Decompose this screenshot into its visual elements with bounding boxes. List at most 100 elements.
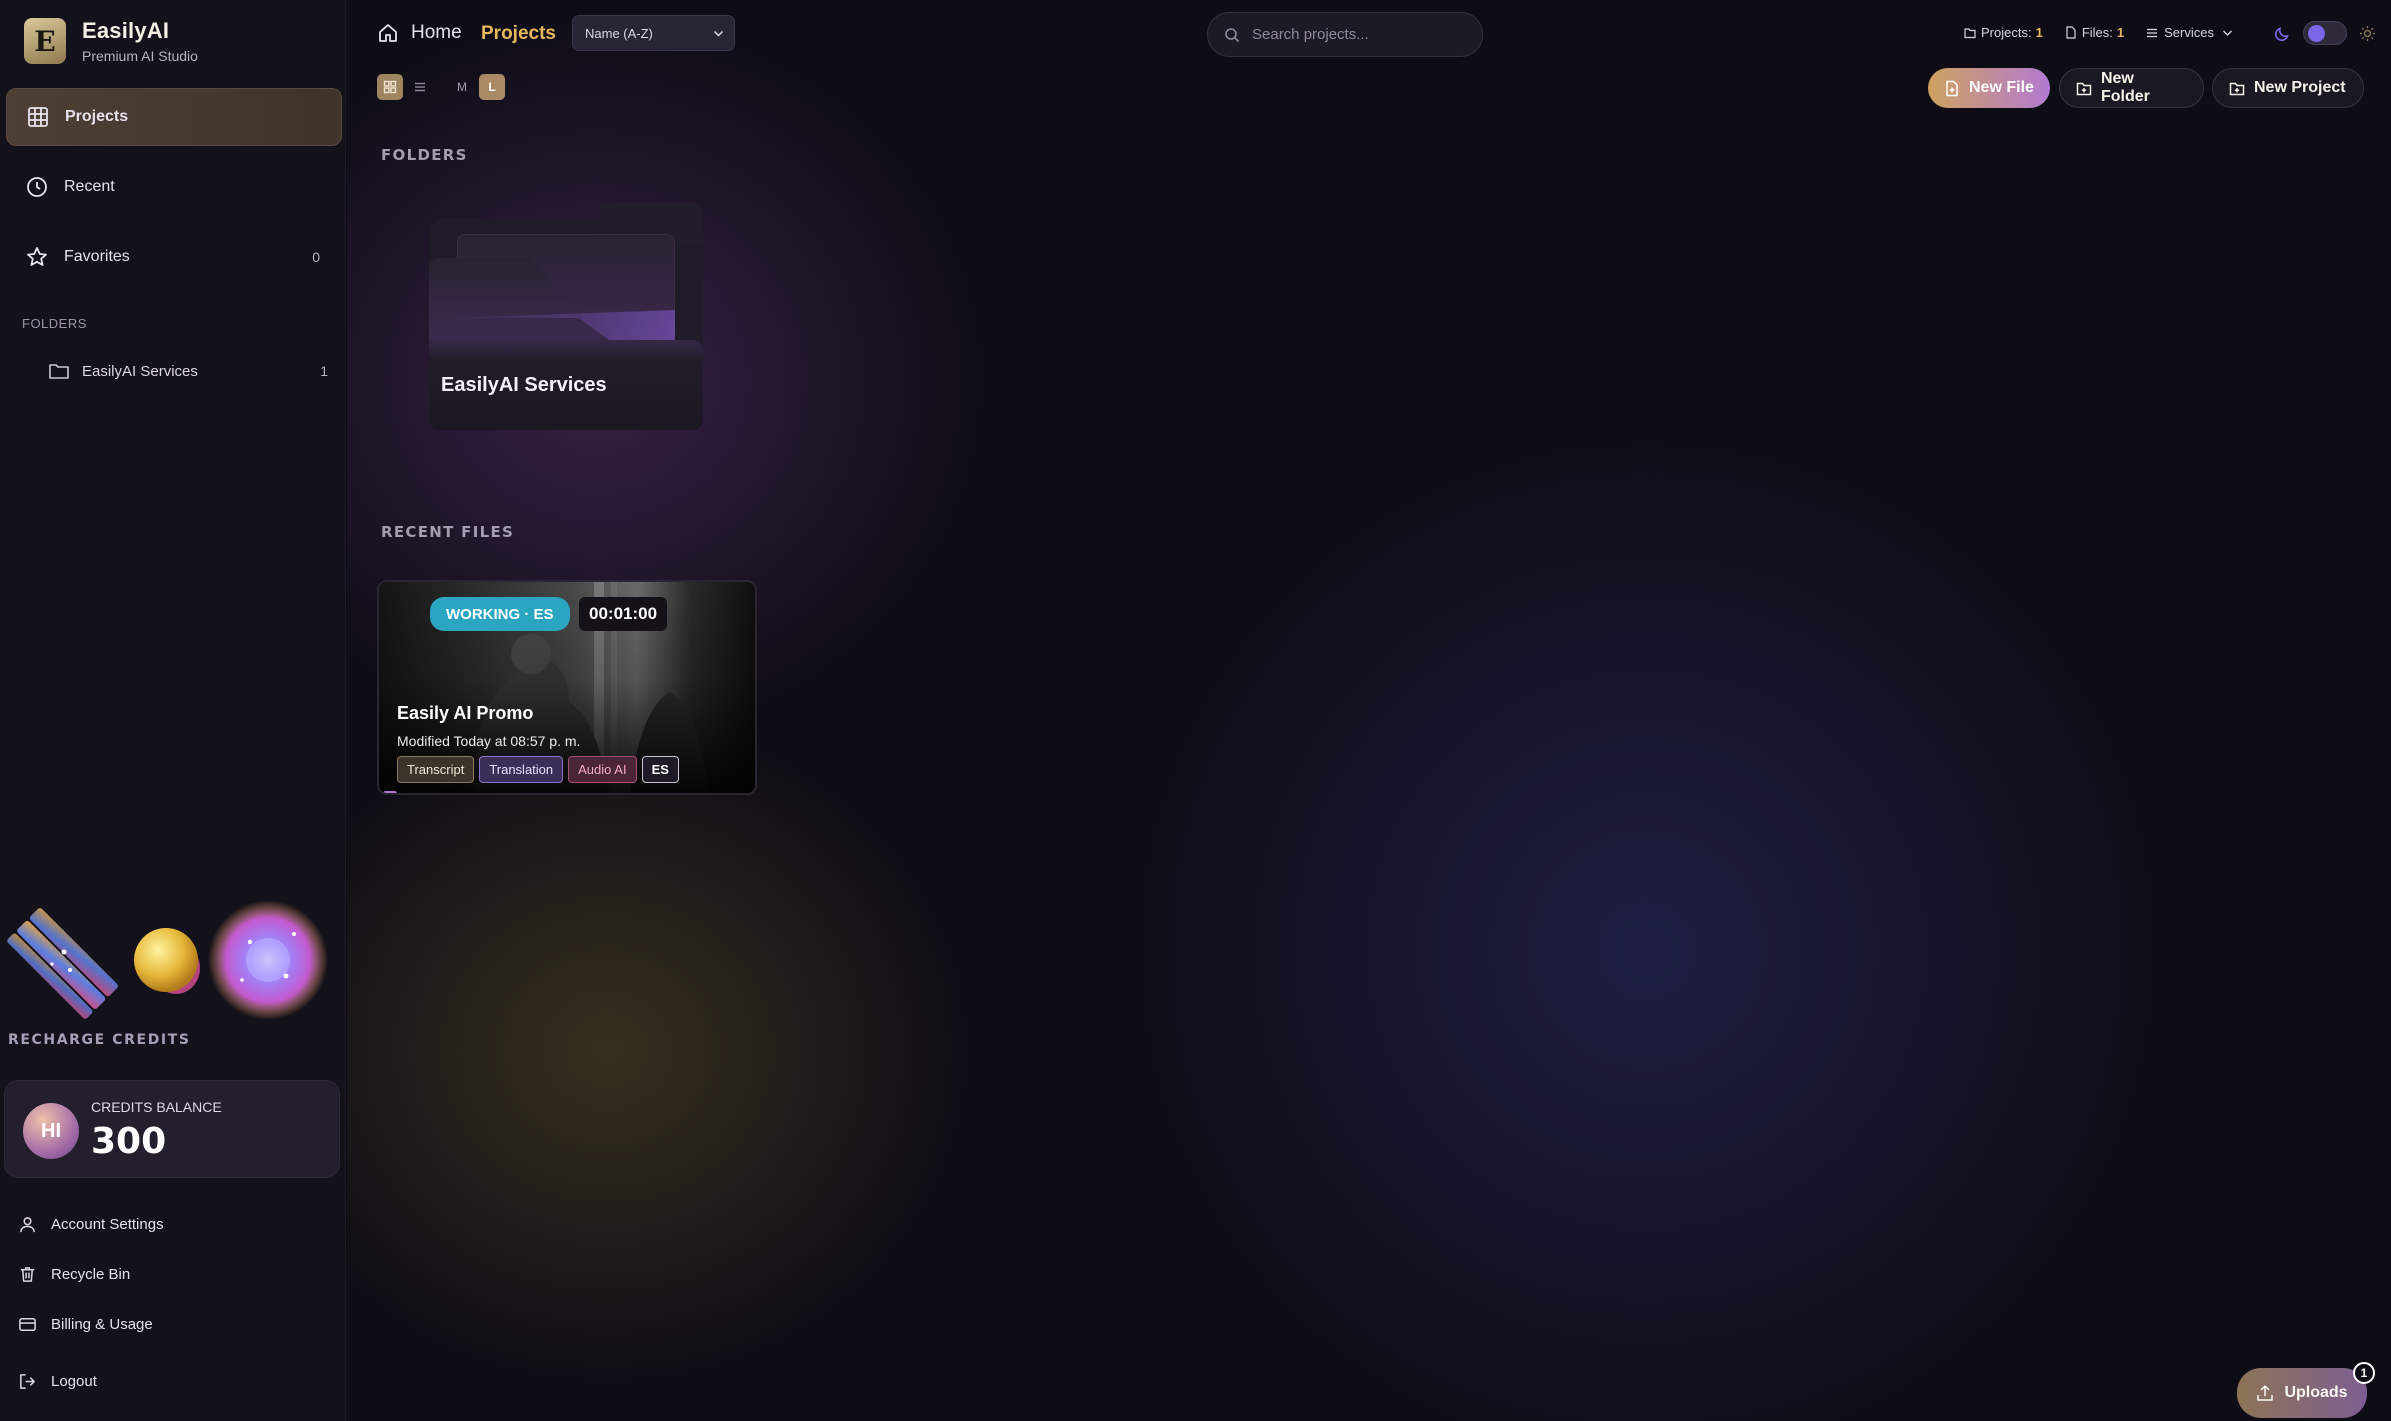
new-file-label: New File xyxy=(1969,79,2034,96)
breadcrumb-home-label: Home xyxy=(411,22,462,43)
search-placeholder: Search projects... xyxy=(1252,26,1369,43)
brand-subtitle: Premium AI Studio xyxy=(82,48,198,64)
main-content: Home Projects Name (A-Z) M L Search proj… xyxy=(347,0,2391,1421)
folder-plus-icon xyxy=(2076,82,2092,95)
sidebar-item-favorites[interactable]: Favorites 0 xyxy=(6,228,342,286)
home-icon xyxy=(379,24,397,42)
sort-select[interactable]: Name (A-Z) xyxy=(572,15,735,51)
sidebar-item-recent[interactable]: Recent xyxy=(6,158,342,216)
theme-toggle-knob xyxy=(2308,25,2325,42)
recharge-credits-link[interactable]: RECHARGE CREDITS xyxy=(8,1032,191,1048)
file-title: Easily AI Promo xyxy=(397,703,534,723)
chevron-down-icon xyxy=(713,30,724,37)
new-project-button[interactable]: New Project xyxy=(2212,68,2364,108)
breadcrumb-home[interactable]: Home xyxy=(377,22,462,44)
folder-icon xyxy=(1964,28,1976,39)
app-root: E EasilyAI Premium AI Studio Projects Re… xyxy=(0,0,2391,1421)
size-medium-toggle[interactable]: M xyxy=(449,74,475,100)
menu-icon xyxy=(2147,28,2158,37)
files-stat-label: Files: xyxy=(2081,25,2113,40)
duration-badge: 00:01:00 xyxy=(579,597,668,631)
sidebar-item-label: Favorites xyxy=(64,248,130,265)
list-view-icon xyxy=(415,82,425,92)
progress-indicator xyxy=(383,791,397,793)
folder-icon xyxy=(49,364,69,379)
sidebar-item-label: Projects xyxy=(65,108,129,125)
trash-icon xyxy=(20,1266,35,1282)
brand-text: EasilyAI Premium AI Studio xyxy=(82,18,198,64)
search-icon xyxy=(1225,27,1240,42)
services-dropdown[interactable]: Services xyxy=(2146,25,2238,40)
theme-control xyxy=(2274,21,2376,45)
avatar[interactable]: HI xyxy=(23,1103,79,1159)
credits-label: CREDITS BALANCE xyxy=(91,1099,222,1115)
brand-name: EasilyAI xyxy=(82,18,170,43)
theme-toggle[interactable] xyxy=(2303,21,2347,45)
files-stat-count: 1 xyxy=(2116,25,2125,40)
footer-item-label: Billing & Usage xyxy=(51,1315,153,1333)
projects-stat: Projects: 1 xyxy=(1964,25,2043,40)
uploads-button[interactable]: Uploads xyxy=(2237,1368,2367,1418)
grid-view-toggle[interactable] xyxy=(377,74,403,100)
folder-count: 1 xyxy=(320,363,328,379)
sidebar-item-billing-usage[interactable]: Billing & Usage xyxy=(18,1311,318,1337)
sidebar-item-label: Recent xyxy=(64,178,115,195)
upload-icon xyxy=(2257,1385,2274,1401)
files-stat: Files: 1 xyxy=(2065,25,2124,40)
header-stats: Projects: 1 Files: 1 Services xyxy=(1964,25,2260,40)
moon-icon xyxy=(2274,26,2289,41)
status-badge: WORKING · ES xyxy=(430,597,570,631)
logout-icon xyxy=(20,1373,35,1389)
sidebar-folder-label: EasilyAI Services xyxy=(82,362,198,380)
sidebar-item-folder-easilyai-services[interactable]: EasilyAI Services 1 xyxy=(48,356,328,386)
folder-card[interactable]: EasilyAI Services xyxy=(429,202,703,430)
uploads-count-badge: 1 xyxy=(2353,1362,2375,1384)
tag-audio-ai: Audio AI xyxy=(568,756,637,783)
new-file-button[interactable]: New File xyxy=(1928,68,2050,108)
grid-icon xyxy=(28,107,48,127)
sort-value: Name (A-Z) xyxy=(585,25,653,41)
footer-item-label: Recycle Bin xyxy=(51,1265,131,1283)
file-card[interactable]: WORKING · ES 00:01:00 Easily AI Promo Mo… xyxy=(377,580,757,795)
file-modified: Modified Today at 08:57 p. m. xyxy=(397,733,581,749)
sidebar-item-projects[interactable]: Projects xyxy=(6,88,342,146)
breadcrumb-current: Projects xyxy=(481,23,556,44)
top-bar: Home Projects Name (A-Z) M L Search proj… xyxy=(347,0,2391,110)
brand-logo: E xyxy=(24,18,66,64)
tag-language: ES xyxy=(641,756,679,783)
new-folder-label: New Folder xyxy=(2100,70,2150,105)
file-plus-icon xyxy=(1946,80,1958,96)
tag-translation: Translation xyxy=(479,756,564,783)
services-label: Services xyxy=(2164,25,2214,40)
search-input[interactable]: Search projects... xyxy=(1207,12,1483,57)
favorites-count: 0 xyxy=(312,249,320,265)
credits-card: HI CREDITS BALANCE 300 xyxy=(4,1080,340,1178)
sidebar-item-account-settings[interactable]: Account Settings xyxy=(18,1211,318,1237)
star-icon xyxy=(27,247,47,266)
new-project-label: New Project xyxy=(2254,79,2346,96)
brand[interactable]: E EasilyAI Premium AI Studio xyxy=(24,18,198,64)
new-folder-button[interactable]: New Folder xyxy=(2059,68,2204,108)
sidebar-folders-label: FOLDERS xyxy=(22,316,87,331)
sidebar-item-recycle-bin[interactable]: Recycle Bin xyxy=(18,1261,318,1287)
credit-card-icon xyxy=(19,1317,36,1331)
tag-transcript: Transcript xyxy=(397,756,475,783)
folders-section-title: FOLDERS xyxy=(381,146,468,164)
file-icon xyxy=(2066,26,2076,39)
sidebar: E EasilyAI Premium AI Studio Projects Re… xyxy=(0,0,346,1421)
uploads-label: Uploads xyxy=(2284,1384,2348,1401)
folder-card-name: EasilyAI Services xyxy=(441,374,607,396)
list-view-toggle[interactable] xyxy=(407,74,433,100)
view-toggles: M L xyxy=(377,74,509,100)
recent-files-section-title: RECENT FILES xyxy=(381,523,515,541)
user-icon xyxy=(20,1216,35,1232)
sidebar-item-logout[interactable]: Logout xyxy=(18,1368,318,1394)
credits-value: 300 xyxy=(91,1121,167,1162)
projects-stat-count: 1 xyxy=(2035,25,2043,40)
grid-view-icon xyxy=(383,80,397,94)
footer-item-label: Account Settings xyxy=(51,1215,164,1233)
size-large-toggle[interactable]: L xyxy=(479,74,505,100)
sun-icon xyxy=(2360,25,2375,41)
folder-card-front xyxy=(429,258,703,430)
recharge-promo-art[interactable] xyxy=(4,898,334,1028)
